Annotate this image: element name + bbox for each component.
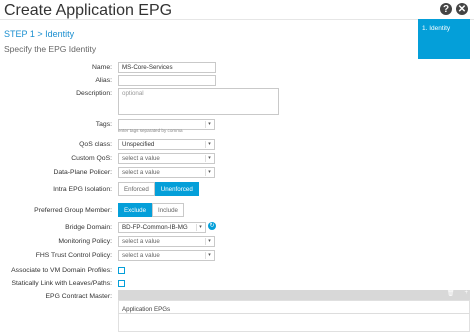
sidebar-step-identity[interactable]: 1. Identity (418, 19, 470, 41)
custom-qos-label: Custom QoS: (71, 155, 112, 162)
monitoring-select[interactable]: select a value ▾ (118, 236, 215, 247)
pref-group-exclude-option[interactable]: Exclude (118, 203, 153, 217)
chevron-down-icon[interactable]: ▾ (205, 141, 213, 148)
custom-qos-value: select a value (122, 155, 160, 162)
chevron-down-icon[interactable]: ▾ (205, 238, 213, 245)
refresh-icon[interactable]: ↻ (208, 222, 216, 230)
dp-policer-value: select a value (122, 169, 160, 176)
header-divider (0, 19, 474, 20)
table-tools: 🗑 + (447, 290, 468, 297)
table-divider (118, 313, 470, 314)
alias-input[interactable] (118, 75, 216, 86)
monitoring-label: Monitoring Policy: (58, 238, 112, 245)
fhs-select[interactable]: select a value ▾ (118, 250, 215, 261)
chevron-down-icon[interactable]: ▾ (205, 155, 213, 162)
chevron-down-icon[interactable]: ▾ (205, 169, 213, 176)
add-icon[interactable]: + (464, 290, 468, 297)
help-icon[interactable]: ? (440, 3, 452, 15)
section-subtitle: Specify the EPG Identity (4, 44, 97, 54)
dp-policer-select[interactable]: select a value ▾ (118, 167, 215, 178)
pref-group-toggle: Exclude Include (118, 203, 184, 217)
chevron-down-icon[interactable]: ▾ (196, 224, 204, 231)
vm-domain-checkbox[interactable] (118, 267, 125, 274)
sidebar-step-panel (418, 41, 470, 59)
description-input[interactable]: optional (118, 88, 279, 115)
qos-select[interactable]: Unspecified ▾ (118, 139, 215, 150)
contract-master-toolbar (118, 290, 470, 300)
chevron-down-icon[interactable]: ▾ (205, 121, 213, 128)
tags-label: Tags: (95, 121, 112, 128)
bridge-domain-value: BD-FP-Common-IB-MG (122, 224, 188, 231)
isolation-toggle: Enforced Unenforced (118, 182, 199, 196)
qos-label: QoS class: (79, 141, 112, 148)
qos-value: Unspecified (122, 141, 155, 148)
close-icon[interactable]: ✕ (456, 3, 468, 15)
fhs-label: FHS Trust Control Policy: (35, 252, 112, 259)
table-column-header: Application EPGs (122, 306, 171, 313)
monitoring-value: select a value (122, 238, 160, 245)
description-label: Description: (76, 90, 112, 97)
contract-master-table (118, 300, 470, 332)
name-input[interactable]: MS-Core-Services (118, 62, 216, 73)
static-link-checkbox[interactable] (118, 280, 125, 287)
tags-hint: enter tags separated by comma (118, 128, 183, 133)
isolation-unenforced-option[interactable]: Unenforced (154, 182, 199, 196)
header-icons: ? ✕ (440, 3, 468, 15)
delete-icon[interactable]: 🗑 (447, 290, 455, 297)
bridge-domain-select[interactable]: BD-FP-Common-IB-MG ▾ (118, 222, 206, 233)
isolation-enforced-option[interactable]: Enforced (118, 182, 155, 196)
name-label: Name: (91, 64, 112, 71)
vm-domain-label: Associate to VM Domain Profiles: (11, 267, 112, 274)
custom-qos-select[interactable]: select a value ▾ (118, 153, 215, 164)
alias-label: Alias: (95, 77, 112, 84)
bridge-domain-label: Bridge Domain: (65, 224, 112, 231)
isolation-label: Intra EPG Isolation: (53, 186, 112, 193)
step-indicator: STEP 1 > Identity (4, 29, 75, 39)
page-title: Create Application EPG (4, 2, 173, 19)
chevron-down-icon[interactable]: ▾ (205, 252, 213, 259)
pref-group-include-option[interactable]: Include (152, 203, 184, 217)
contract-master-label: EPG Contract Master: (45, 293, 112, 300)
static-link-label: Statically Link with Leaves/Paths: (11, 280, 113, 287)
fhs-value: select a value (122, 252, 160, 259)
dp-policer-label: Data-Plane Policer: (53, 169, 112, 176)
pref-group-label: Preferred Group Member: (34, 207, 112, 214)
